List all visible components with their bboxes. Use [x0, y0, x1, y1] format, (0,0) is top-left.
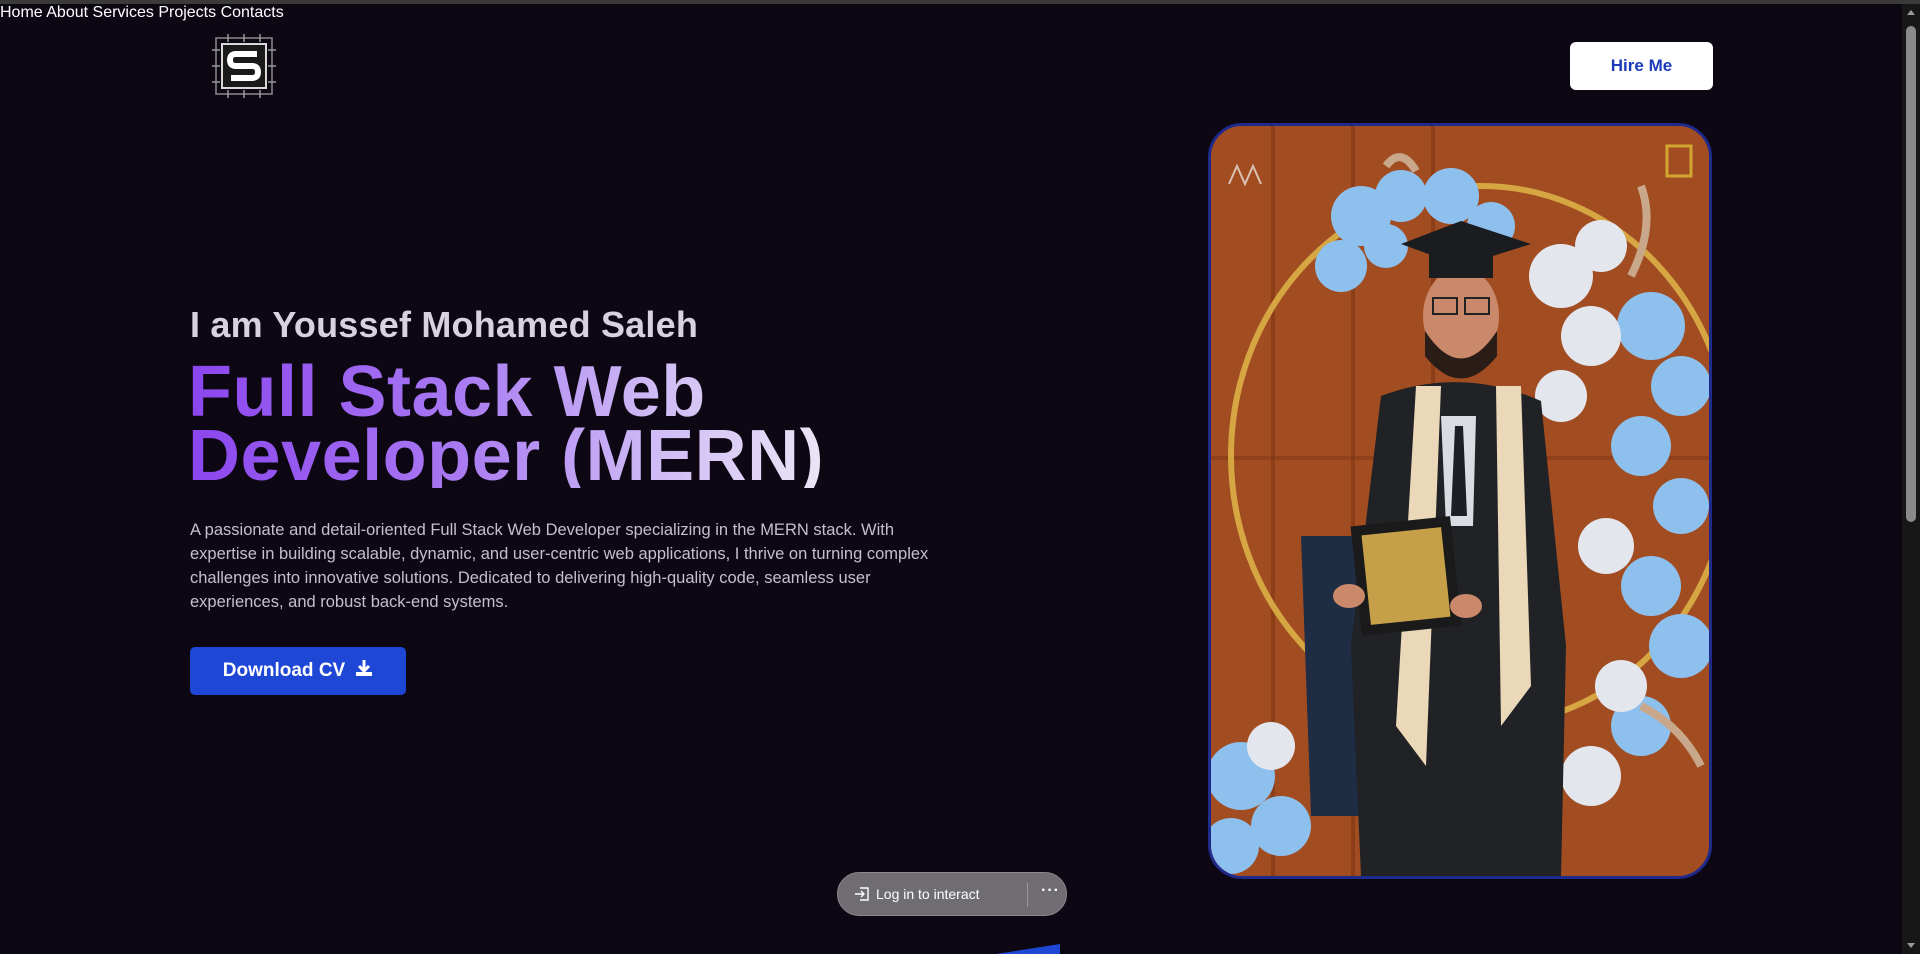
site-logo[interactable]: [206, 28, 282, 104]
headline-line-1: Full Stack Web: [188, 352, 706, 432]
more-options-button[interactable]: ···: [1041, 882, 1060, 900]
scrollbar-thumb[interactable]: [1906, 26, 1916, 522]
scroll-up-icon[interactable]: [1907, 10, 1915, 15]
vertical-scrollbar[interactable]: [1902, 4, 1920, 954]
nav-contacts[interactable]: Contacts: [221, 4, 284, 21]
login-label[interactable]: Log in to interact: [876, 886, 980, 902]
nav-home[interactable]: Home: [0, 4, 43, 21]
page: Home About Services Projects Contacts Hi…: [0, 4, 1902, 954]
hire-me-button[interactable]: Hire Me: [1570, 42, 1713, 90]
download-cv-label: Download CV: [222, 660, 346, 681]
scroll-down-icon[interactable]: [1907, 943, 1915, 948]
portrait-photo: [1208, 123, 1712, 879]
headline-line-2: Developer (MERN): [188, 416, 825, 496]
headline: Full Stack Web Developer (MERN): [188, 360, 948, 488]
intro-heading: I am Youssef Mohamed Saleh: [190, 304, 699, 345]
nav-about[interactable]: About: [46, 4, 88, 21]
divider: [1027, 883, 1028, 907]
decorative-shape: [970, 944, 1060, 954]
download-icon: [355, 659, 373, 683]
nav-services[interactable]: Services: [93, 4, 154, 21]
main-nav: Home About Services Projects Contacts: [0, 4, 1902, 22]
download-cv-button[interactable]: Download CV: [190, 647, 406, 695]
hero-description: A passionate and detail-oriented Full St…: [190, 521, 929, 611]
nav-projects[interactable]: Projects: [158, 4, 216, 21]
login-to-interact-bar[interactable]: Log in to interact ···: [837, 872, 1067, 916]
login-icon: [854, 886, 870, 907]
